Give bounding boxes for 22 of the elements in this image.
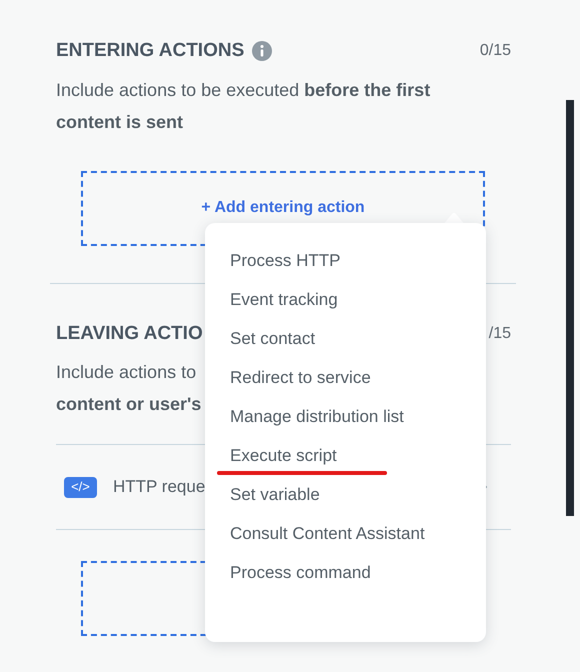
action-label[interactable]: HTTP reque	[113, 474, 206, 500]
action-count: 0/15	[480, 41, 511, 62]
add-entering-action-link[interactable]: + Add entering action	[195, 195, 371, 221]
menu-item[interactable]: Event tracking	[230, 280, 435, 319]
section-title: ENTERING ACTIONS	[56, 39, 244, 63]
description-text: content or user's	[56, 393, 202, 416]
menu-item[interactable]: Manage distribution list	[230, 397, 435, 436]
menu-item[interactable]: Execute script	[230, 436, 435, 475]
menu-item[interactable]: Set variable	[230, 475, 435, 514]
info-icon[interactable]	[252, 41, 272, 62]
action-count: /15	[488, 324, 511, 344]
code-icon: </>	[64, 476, 97, 498]
menu-item[interactable]: Process HTTP	[230, 241, 435, 280]
section-title: LEAVING ACTIO	[56, 322, 203, 346]
menu-item[interactable]: Redirect to service	[230, 358, 435, 397]
menu-item[interactable]: Consult Content Assistant	[230, 514, 435, 553]
scrollbar-thumb[interactable]	[566, 100, 574, 516]
menu-item[interactable]: Set contact	[230, 319, 435, 358]
menu-item[interactable]: Process command	[230, 553, 435, 592]
description-text: Include actions to be executed before the first	[56, 78, 430, 102]
description-text: Include actions to	[56, 361, 196, 384]
description-text: content is sent	[56, 110, 184, 134]
